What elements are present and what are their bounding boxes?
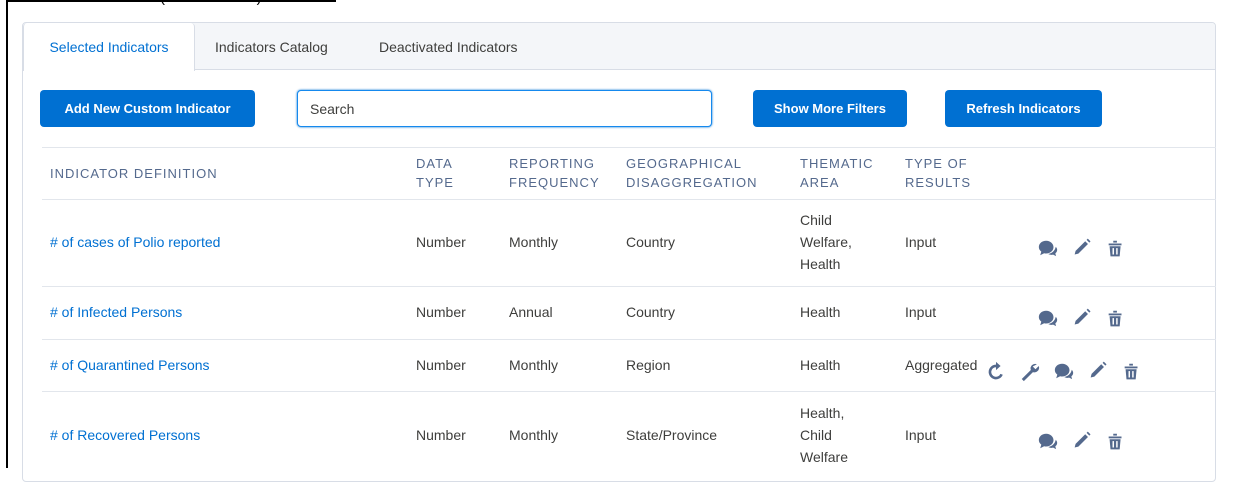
thematic-cell: Health, Child Welfare	[800, 405, 848, 465]
divider	[42, 286, 1216, 287]
indicator-link[interactable]: # of Quarantined Persons	[50, 354, 210, 376]
chat-icon[interactable]	[1053, 361, 1075, 383]
edit-icon[interactable]	[1071, 238, 1093, 260]
chat-icon[interactable]	[1037, 308, 1059, 330]
tab-bar: Selected Indicators Indicators Catalog D…	[23, 23, 1215, 71]
data-type-cell: Number	[416, 427, 466, 443]
show-more-filters-button[interactable]: Show More Filters	[753, 90, 907, 127]
refresh-icon[interactable]	[985, 361, 1007, 383]
divider	[42, 391, 1216, 392]
results-cell: Input	[905, 427, 937, 443]
divider	[42, 147, 1216, 148]
frequency-cell: Monthly	[509, 234, 559, 250]
wrench-icon[interactable]	[1019, 361, 1041, 383]
add-custom-indicator-button[interactable]: Add New Custom Indicator	[40, 90, 255, 127]
caption-text: (— — — — —)	[160, 0, 262, 6]
header-type-of-results: TYPE OF RESULTS	[905, 156, 971, 190]
delete-icon[interactable]	[1121, 361, 1143, 383]
thematic-cell: Health	[800, 357, 841, 373]
tab-deactivated-indicators[interactable]: Deactivated Indicators	[379, 23, 518, 71]
edit-icon[interactable]	[1071, 431, 1093, 453]
geo-cell: State/Province	[626, 427, 718, 443]
frequency-cell: Annual	[509, 304, 553, 320]
data-type-cell: Number	[416, 234, 466, 250]
delete-icon[interactable]	[1105, 238, 1127, 260]
refresh-indicators-button[interactable]: Refresh Indicators	[945, 90, 1102, 127]
data-type-cell: Number	[416, 357, 466, 373]
frame-border-left	[6, 0, 8, 468]
results-cell: Input	[905, 304, 937, 320]
delete-icon[interactable]	[1105, 431, 1127, 453]
frequency-cell: Monthly	[509, 357, 559, 373]
edit-icon[interactable]	[1071, 308, 1093, 330]
indicator-link[interactable]: # of cases of Polio reported	[50, 231, 220, 253]
indicator-link[interactable]: # of Infected Persons	[50, 301, 182, 323]
header-indicator-definition: INDICATOR DEFINITION	[50, 166, 218, 181]
frequency-cell: Monthly	[509, 427, 559, 443]
geo-cell: Region	[626, 357, 671, 373]
thematic-cell: Health	[800, 304, 841, 320]
thematic-cell: Child Welfare, Health	[800, 212, 852, 272]
header-geographical-disaggregation: GEOGRAPHICAL DISAGGREGATION	[626, 156, 758, 190]
results-cell: Aggregated	[905, 357, 978, 373]
geo-cell: Country	[626, 304, 676, 320]
divider	[42, 339, 1216, 340]
header-thematic-area: THEMATIC AREA	[800, 156, 874, 190]
header-reporting-frequency: REPORTING FREQUENCY	[509, 156, 600, 190]
chat-icon[interactable]	[1037, 238, 1059, 260]
data-type-cell: Number	[416, 304, 466, 320]
geo-cell: Country	[626, 234, 676, 250]
chat-icon[interactable]	[1037, 431, 1059, 453]
edit-icon[interactable]	[1087, 361, 1109, 383]
indicator-link[interactable]: # of Recovered Persons	[50, 424, 200, 446]
header-data-type: DATA TYPE	[416, 156, 454, 190]
results-cell: Input	[905, 234, 937, 250]
tab-selected-indicators[interactable]: Selected Indicators	[23, 23, 195, 71]
search-input[interactable]	[297, 90, 712, 127]
indicators-panel: Selected Indicators Indicators Catalog D…	[22, 22, 1216, 482]
divider	[42, 199, 1216, 200]
delete-icon[interactable]	[1105, 308, 1127, 330]
tab-indicators-catalog[interactable]: Indicators Catalog	[215, 23, 328, 71]
